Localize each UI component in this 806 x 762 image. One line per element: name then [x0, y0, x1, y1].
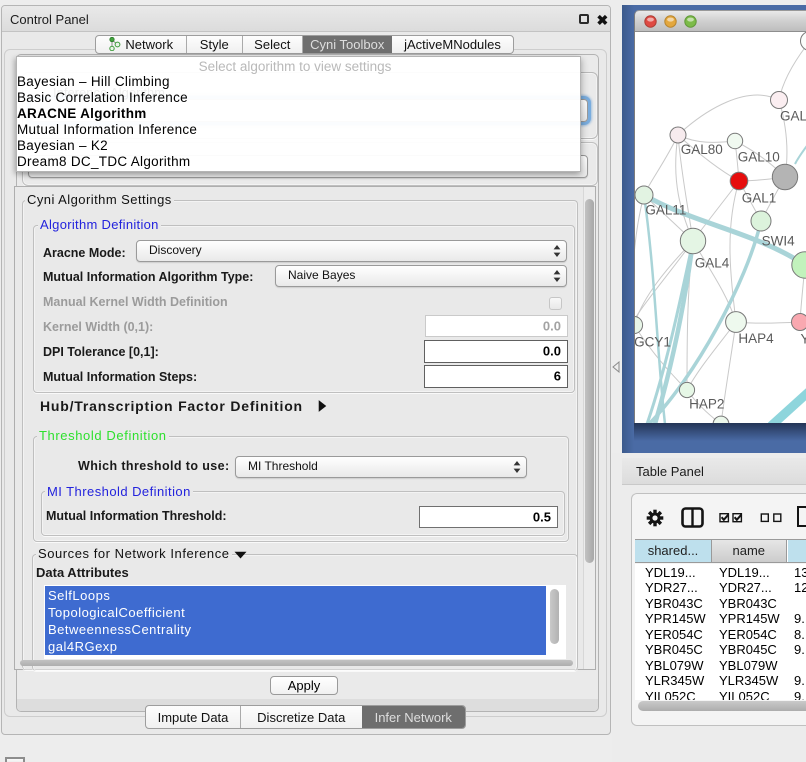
svg-text:GAL10: GAL10 [738, 150, 780, 165]
svg-text:GAL80: GAL80 [681, 142, 723, 157]
svg-text:GAL1: GAL1 [742, 191, 777, 206]
svg-text:GCY1: GCY1 [635, 334, 671, 349]
svg-text:HAP2: HAP2 [689, 397, 724, 412]
svg-text:SWI4: SWI4 [762, 234, 795, 249]
svg-text:Y: Y [801, 332, 806, 347]
svg-text:GAL4: GAL4 [695, 255, 730, 270]
svg-text:HAP4: HAP4 [738, 331, 774, 346]
svg-text:GAL: GAL [780, 109, 806, 124]
svg-text:GAL11: GAL11 [645, 203, 686, 218]
